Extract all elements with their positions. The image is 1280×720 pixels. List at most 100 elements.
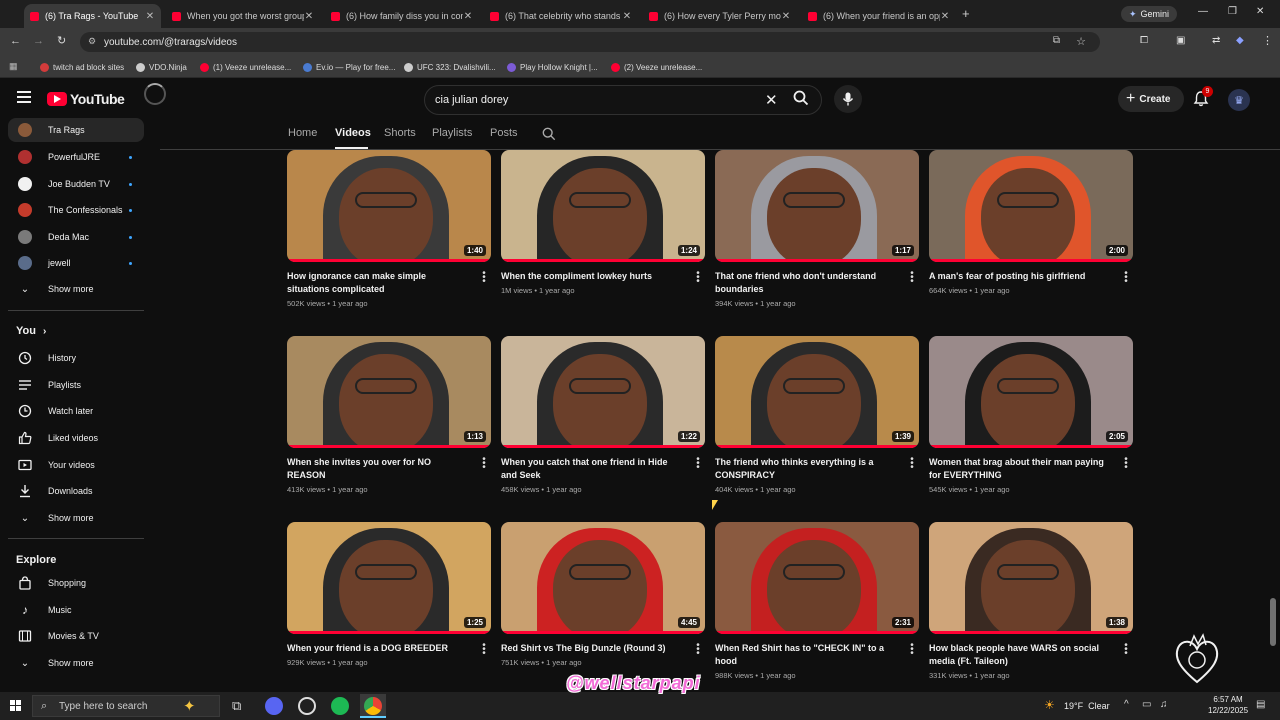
sidebar-subscription-jewell[interactable]: jewell	[8, 251, 144, 275]
site-info-icon[interactable]: ⚙	[88, 36, 96, 47]
sidebar-item-music[interactable]: ♪ Music	[8, 598, 144, 622]
video-card[interactable]: 1:40 How ignorance can make simple situat…	[287, 150, 491, 320]
tab-playlists[interactable]: Playlists	[432, 127, 472, 139]
notification-center-icon[interactable]: ▤	[1256, 699, 1265, 710]
video-title[interactable]: How ignorance can make simple situations…	[287, 270, 467, 296]
restore-window-icon[interactable]: ❐	[1228, 6, 1237, 17]
gemini-button[interactable]: ✦ Gemini	[1121, 6, 1178, 22]
sidebar-subscription-the-confessionals[interactable]: The Confessionals	[8, 198, 144, 222]
new-tab-icon[interactable]: +	[962, 6, 970, 21]
create-button[interactable]: + Create	[1118, 86, 1184, 112]
youtube-logo[interactable]: YouTube	[47, 91, 125, 107]
sidebar-show-more-explore[interactable]: ⌄ Show more	[8, 651, 144, 675]
video-thumbnail[interactable]: 1:24	[501, 150, 705, 262]
sidebar-item-downloads[interactable]: Downloads	[8, 479, 144, 503]
more-actions-icon[interactable]: • • •	[481, 641, 487, 659]
install-app-icon[interactable]: ⧉	[1053, 35, 1060, 46]
more-actions-icon[interactable]: • • •	[695, 641, 701, 659]
close-window-icon[interactable]: ✕	[1256, 6, 1264, 17]
more-actions-icon[interactable]: • • •	[909, 641, 915, 659]
sidebar-subscription-deda-mac[interactable]: Deda Mac	[8, 225, 144, 249]
clear-search-icon[interactable]: ✕	[765, 91, 778, 109]
close-tab-icon[interactable]: ✕	[622, 11, 632, 22]
video-card[interactable]: 2:05 Women that brag about their man payi…	[929, 336, 1133, 506]
chrome-app-button[interactable]	[360, 694, 386, 718]
close-tab-icon[interactable]: ✕	[781, 11, 791, 22]
more-actions-icon[interactable]: • • •	[909, 455, 915, 473]
browser-tab-1[interactable]: When you got the worst group ✕	[166, 4, 320, 28]
video-card[interactable]: 1:24 When the compliment lowkey hurts 1M v…	[501, 150, 705, 320]
more-actions-icon[interactable]: • • •	[909, 269, 915, 287]
tab-shorts[interactable]: Shorts	[384, 127, 416, 139]
page-scrollbar[interactable]	[1270, 598, 1276, 646]
video-title[interactable]: A man's fear of posting his girlfriend	[929, 270, 1109, 283]
video-title[interactable]: When Red Shirt has to "CHECK IN" to a ho…	[715, 642, 895, 668]
bookmark-3[interactable]: Ev.io — Play for free...	[303, 60, 395, 74]
video-thumbnail[interactable]: 2:31	[715, 522, 919, 634]
video-card[interactable]: 2:31 When Red Shirt has to "CHECK IN" to …	[715, 522, 919, 692]
sidebar-item-history[interactable]: History	[8, 346, 144, 370]
hamburger-menu-icon[interactable]	[17, 91, 31, 103]
more-actions-icon[interactable]: • • •	[1123, 641, 1129, 659]
sidebar-show-more-subscriptions[interactable]: ⌄ Show more	[8, 277, 144, 301]
translate-icon[interactable]: ⇄	[1212, 35, 1220, 46]
video-thumbnail[interactable]: 1:17	[715, 150, 919, 262]
video-thumbnail[interactable]: 2:05	[929, 336, 1133, 448]
video-thumbnail[interactable]: 2:00	[929, 150, 1133, 262]
reload-icon[interactable]: ↻	[57, 34, 66, 47]
channel-search-icon[interactable]	[542, 127, 556, 146]
video-card[interactable]: 1:39 The friend who thinks everything is …	[715, 336, 919, 506]
sidebar-item-watch-later[interactable]: Watch later	[8, 399, 144, 423]
browser-tab-4[interactable]: (6) How every Tyler Perry movie ✕	[643, 4, 797, 28]
sidebar-subscription-tra-rags[interactable]: Tra Rags	[8, 118, 144, 142]
browser-tab-5[interactable]: (6) When your friend is an opp ✕	[802, 4, 956, 28]
profile-icon[interactable]: ◆	[1236, 35, 1244, 46]
video-title[interactable]: Women that brag about their man paying f…	[929, 456, 1109, 482]
network-icon[interactable]: ▭	[1142, 699, 1151, 710]
more-actions-icon[interactable]: • • •	[481, 269, 487, 287]
video-thumbnail[interactable]: 1:13	[287, 336, 491, 448]
video-card[interactable]: 1:22 When you catch that one friend in Hi…	[501, 336, 705, 506]
more-actions-icon[interactable]: • • •	[1123, 269, 1129, 287]
more-actions-icon[interactable]: • • •	[1123, 455, 1129, 473]
browser-tab-3[interactable]: (6) That celebrity who stands fr ✕	[484, 4, 638, 28]
bookmark-5[interactable]: Play Hollow Knight |...	[507, 60, 598, 74]
weather-text[interactable]: 19°F Clear	[1064, 701, 1110, 711]
tab-videos[interactable]: Videos	[335, 127, 371, 139]
voice-search-button[interactable]	[834, 85, 862, 113]
windows-start-icon[interactable]	[10, 700, 22, 712]
bookmark-2[interactable]: (1) Veeze unrelease...	[200, 60, 291, 74]
more-actions-icon[interactable]: • • •	[481, 455, 487, 473]
sidebar-show-more-you[interactable]: ⌄ Show more	[8, 506, 144, 530]
minimize-window-icon[interactable]: —	[1198, 6, 1208, 17]
video-title[interactable]: That one friend who don't understand bou…	[715, 270, 895, 296]
video-title[interactable]: When you catch that one friend in Hide a…	[501, 456, 681, 482]
bookmark-0[interactable]: twitch ad block sites	[40, 60, 124, 74]
back-arrow-icon[interactable]: ←	[10, 35, 21, 47]
video-title[interactable]: When she invites you over for NO REASON	[287, 456, 467, 482]
sidebar-item-shopping[interactable]: Shopping	[8, 571, 144, 595]
browser-menu-icon[interactable]: ⋮	[1262, 34, 1273, 47]
tab-home[interactable]: Home	[288, 127, 317, 139]
video-card[interactable]: 1:17 That one friend who don't understand…	[715, 150, 919, 320]
video-thumbnail[interactable]: 1:25	[287, 522, 491, 634]
account-avatar[interactable]: ♛	[1228, 89, 1250, 111]
close-tab-icon[interactable]: ✕	[304, 11, 314, 22]
sidebar-subscription-joe-budden-tv[interactable]: Joe Budden TV	[8, 172, 144, 196]
video-card[interactable]: 2:00 A man's fear of posting his girlfrie…	[929, 150, 1133, 320]
browser-tab-0[interactable]: (6) Tra Rags - YouTube ✕	[24, 4, 161, 28]
search-input[interactable]: cia julian dorey ✕	[424, 85, 822, 115]
video-card[interactable]: 1:25 When your friend is a DOG BREEDER 929…	[287, 522, 491, 692]
forward-arrow-icon[interactable]: →	[33, 35, 44, 47]
taskbar-clock[interactable]: 6:57 AM 12/22/2025	[1208, 694, 1248, 716]
close-tab-icon[interactable]: ✕	[145, 11, 155, 22]
sidebar-item-your-videos[interactable]: Your videos	[8, 453, 144, 477]
browser-tab-2[interactable]: (6) How family diss you in com ✕	[325, 4, 479, 28]
sidebar-item-liked-videos[interactable]: Liked videos	[8, 426, 144, 450]
address-bar[interactable]: ⚙ youtube.com/@trarags/videos ⧉ ☆	[80, 32, 1100, 52]
spotify-app-icon[interactable]	[331, 697, 349, 715]
bookmark-1[interactable]: VDO.Ninja	[136, 60, 187, 74]
more-actions-icon[interactable]: • • •	[695, 269, 701, 287]
close-tab-icon[interactable]: ✕	[463, 11, 473, 22]
video-thumbnail[interactable]: 1:22	[501, 336, 705, 448]
